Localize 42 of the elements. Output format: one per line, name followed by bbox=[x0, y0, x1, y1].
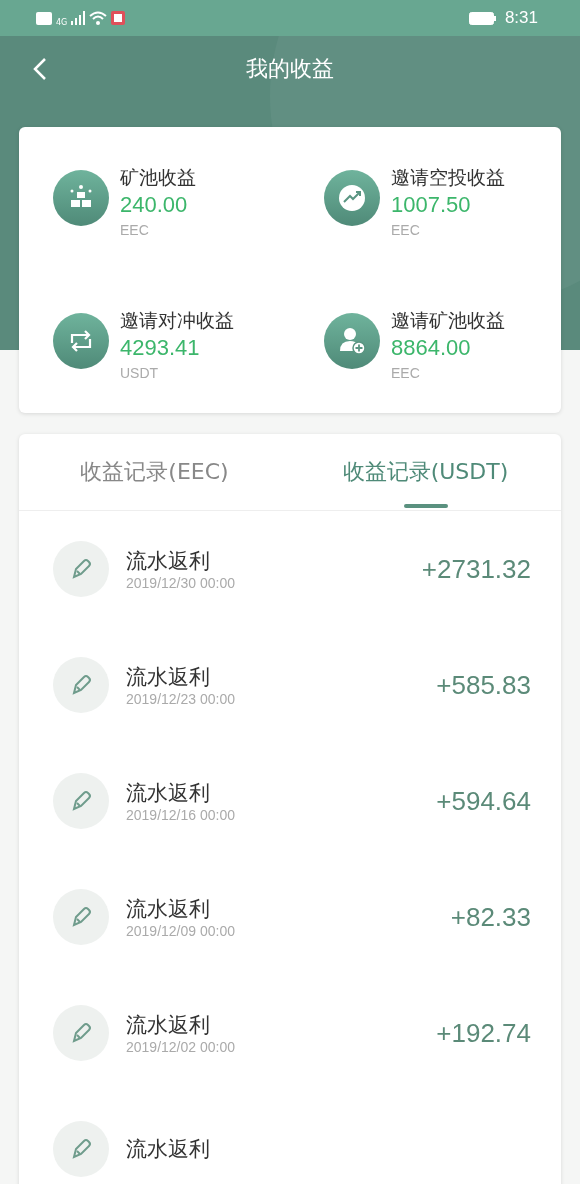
record-amount: +585.83 bbox=[436, 669, 531, 701]
record-amount: +82.33 bbox=[450, 901, 531, 933]
currency-unit: USDT bbox=[120, 364, 160, 383]
record-date: 2019/12/23 00:00 bbox=[126, 691, 236, 707]
earning-label: 邀请矿池收益 bbox=[391, 308, 505, 333]
earning-amount: 1007.50 bbox=[391, 191, 472, 219]
exchange-icon bbox=[53, 313, 109, 369]
record-date: 2019/12/16 00:00 bbox=[126, 807, 236, 823]
clock-time: 8:31 bbox=[504, 8, 538, 28]
earning-amount: 240.00 bbox=[120, 191, 189, 219]
back-icon[interactable] bbox=[33, 57, 47, 81]
currency-unit: EEC bbox=[391, 364, 421, 383]
record-title: 流水返利 bbox=[126, 1012, 211, 1039]
record-title: 流水返利 bbox=[126, 780, 211, 807]
add-user-icon bbox=[324, 313, 380, 369]
ingot-stack-icon bbox=[53, 170, 109, 226]
book-icon bbox=[111, 11, 126, 25]
battery-icon bbox=[468, 11, 497, 25]
earning-label: 矿池收益 bbox=[120, 165, 196, 190]
earning-label: 邀请空投收益 bbox=[391, 165, 505, 190]
earning-label: 邀请对冲收益 bbox=[120, 308, 234, 333]
record-amount: +594.64 bbox=[436, 785, 531, 817]
currency-unit: EEC bbox=[391, 221, 421, 240]
signal-icon bbox=[71, 11, 86, 25]
earning-amount: 4293.41 bbox=[120, 334, 201, 362]
page-title: 我的收益 bbox=[246, 55, 334, 83]
record-title: 流水返利 bbox=[126, 896, 211, 923]
record-date: 2019/12/30 00:00 bbox=[126, 575, 236, 591]
record-title: 流水返利 bbox=[126, 664, 211, 691]
earning-amount: 8864.00 bbox=[391, 334, 472, 362]
network-label: 4G bbox=[56, 18, 68, 27]
record-date: 2019/12/02 00:00 bbox=[126, 1039, 236, 1055]
record-date: 2019/12/09 00:00 bbox=[126, 923, 236, 939]
record-amount: +2731.32 bbox=[421, 553, 531, 585]
wifi-icon bbox=[89, 11, 108, 25]
record-title: 流水返利 bbox=[126, 548, 211, 575]
record-amount: +192.74 bbox=[436, 1017, 531, 1049]
record-tab[interactable]: 收益记录(EEC) bbox=[19, 434, 290, 510]
trend-icon bbox=[324, 170, 380, 226]
record-tab[interactable]: 收益记录(USDT) bbox=[290, 434, 561, 510]
currency-unit: EEC bbox=[120, 221, 150, 240]
record-title: 流水返利 bbox=[126, 1136, 211, 1163]
